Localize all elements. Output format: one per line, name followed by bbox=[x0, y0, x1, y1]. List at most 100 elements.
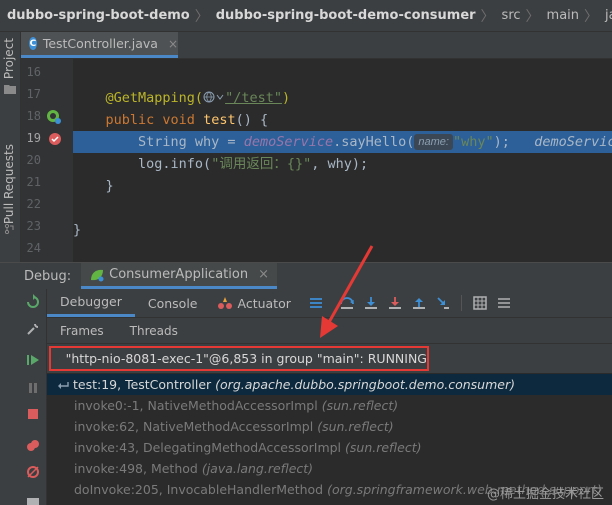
frame-method: doInvoke:205, InvocableHandlerMethod bbox=[74, 482, 324, 497]
watermark: @稀土掘金技术社区 bbox=[486, 487, 604, 502]
stop-icon[interactable] bbox=[26, 407, 40, 421]
thread-status-text: "http-nio-8081-exec-1"@6,853 in group "m… bbox=[65, 351, 427, 366]
frame-package: (sun.reflect) bbox=[321, 398, 399, 413]
tab-frames[interactable]: Frames bbox=[47, 324, 117, 338]
breadcrumb-src[interactable]: src bbox=[495, 8, 526, 23]
frame-package: (sun.reflect) bbox=[317, 419, 394, 434]
breadcrumb-main[interactable]: main bbox=[540, 8, 584, 23]
rerun-icon[interactable] bbox=[26, 294, 40, 310]
code-line-17: @GetMapping( "/test") bbox=[73, 87, 612, 109]
chevron-right-icon: 〉 bbox=[194, 8, 209, 25]
breakpoint-icon[interactable] bbox=[47, 131, 63, 147]
pull-requests-tool-button[interactable]: Pull Requests bbox=[2, 144, 16, 224]
line-number: 20 bbox=[26, 153, 41, 167]
tab-testcontroller[interactable]: C TestController.java × bbox=[21, 32, 178, 58]
frame-package: (org.apache.dubbo.springboot.demo.consum… bbox=[215, 377, 515, 392]
tab-consumer-application[interactable]: ConsumerApplication × bbox=[81, 263, 277, 289]
debug-label: Debug: bbox=[24, 268, 72, 284]
project-tool-button[interactable]: Project bbox=[2, 38, 16, 79]
code-line-23: } bbox=[73, 219, 612, 241]
frame-row-selected[interactable]: test:19, TestController (org.apache.dubb… bbox=[47, 374, 612, 395]
thread-selector[interactable]: "http-nio-8081-exec-1"@6,853 in group "m… bbox=[49, 346, 429, 371]
class-icon: C bbox=[29, 37, 37, 50]
return-arrow-icon bbox=[58, 382, 69, 389]
left-tool-strip: Project Pull Requests bbox=[0, 32, 21, 262]
wrench-icon[interactable] bbox=[26, 322, 40, 336]
mapping-path[interactable]: "/test" bbox=[225, 90, 282, 106]
thread-selector-row: "http-nio-8081-exec-1"@6,853 in group "m… bbox=[47, 344, 612, 373]
line-number: 18 bbox=[26, 109, 41, 123]
keyword-token: public void bbox=[105, 112, 204, 128]
line-number: 24 bbox=[26, 241, 41, 255]
mute-breakpoints-icon[interactable] bbox=[26, 465, 40, 479]
breadcrumb-project[interactable]: dubbo-spring-boot-demo bbox=[0, 8, 195, 23]
resume-icon[interactable] bbox=[26, 353, 40, 367]
pull-request-icon bbox=[4, 224, 14, 234]
close-icon[interactable]: × bbox=[258, 267, 269, 282]
pause-icon[interactable] bbox=[26, 381, 40, 395]
tab-label: TestController.java bbox=[42, 36, 158, 51]
code-text: , why); bbox=[311, 156, 369, 172]
close-icon[interactable]: × bbox=[168, 37, 178, 51]
run-to-cursor-icon[interactable] bbox=[436, 296, 450, 310]
string-literal: "why" bbox=[452, 134, 494, 150]
line-number: 21 bbox=[26, 175, 41, 189]
editor-gutter: 16 17 18 19 20 21 22 23 24 bbox=[21, 59, 73, 262]
actuator-label: Actuator bbox=[237, 295, 291, 311]
code-line-19-current: String why = demoService.sayHello(name: "… bbox=[73, 131, 612, 153]
frame-row[interactable]: invoke:43, DelegatingMethodAccessorImpl … bbox=[47, 437, 612, 458]
layout-icon[interactable] bbox=[497, 296, 511, 310]
toolbar-divider bbox=[460, 295, 462, 311]
code-line-20: log.info("调用返回：{}", why); bbox=[73, 153, 612, 175]
parameter-hint: name: bbox=[414, 134, 453, 150]
frame-method: invoke:62, NativeMethodAccessorImpl bbox=[74, 419, 314, 434]
breadcrumb-java[interactable]: java bbox=[598, 8, 612, 23]
globe-dropdown-icon[interactable] bbox=[203, 91, 225, 103]
step-out-icon[interactable] bbox=[412, 296, 426, 310]
view-breakpoints-icon[interactable] bbox=[26, 439, 40, 453]
code-text: () { bbox=[235, 112, 269, 128]
code-editor[interactable]: @GetMapping( "/test") public void test() … bbox=[73, 59, 612, 262]
code-text: ); bbox=[493, 134, 510, 150]
check-icon bbox=[59, 358, 60, 359]
code-text: log.info( bbox=[138, 156, 212, 172]
code-text: } bbox=[73, 222, 82, 238]
frame-method: test:19, TestController bbox=[73, 377, 212, 392]
tab-debugger[interactable]: Debugger bbox=[47, 289, 135, 317]
method-name: test bbox=[203, 112, 236, 128]
annotation-arrow bbox=[320, 245, 374, 338]
string-literal: "调用返回：{}" bbox=[211, 156, 312, 172]
line-number: 22 bbox=[26, 197, 41, 211]
spring-bean-icon[interactable] bbox=[46, 109, 62, 125]
annotation-token: @GetMapping( bbox=[105, 90, 204, 106]
line-number: 16 bbox=[26, 65, 41, 79]
chevron-right-icon: 〉 bbox=[480, 8, 495, 25]
tab-actuator[interactable]: Actuator bbox=[211, 289, 304, 317]
chevron-right-icon: 〉 bbox=[525, 8, 540, 25]
code-text: } bbox=[105, 178, 114, 194]
code-line-18: public void test() { bbox=[73, 109, 612, 131]
code-text: .sayHello( bbox=[333, 134, 415, 150]
line-number: 23 bbox=[26, 219, 41, 233]
frame-row[interactable]: invoke:498, Method (java.lang.reflect) bbox=[47, 458, 612, 479]
line-number: 17 bbox=[26, 87, 41, 101]
editor-tab-bar: C TestController.java × bbox=[21, 32, 612, 59]
debug-title-bar: Debug: ConsumerApplication × bbox=[0, 262, 612, 289]
breadcrumb-module[interactable]: dubbo-spring-boot-demo-consumer bbox=[209, 8, 481, 23]
frame-package: (sun.reflect) bbox=[345, 440, 422, 455]
camera-icon[interactable] bbox=[26, 495, 40, 505]
frame-method: invoke:498, Method bbox=[74, 461, 198, 476]
debug-side-toolbar bbox=[0, 289, 47, 505]
tab-console[interactable]: Console bbox=[135, 289, 211, 317]
frame-method: invoke0:-1, NativeMethodAccessorImpl bbox=[74, 398, 318, 413]
evaluate-expression-icon[interactable] bbox=[473, 296, 487, 310]
tab-threads[interactable]: Threads bbox=[117, 324, 191, 338]
field-token: demoService bbox=[243, 134, 334, 150]
frame-package: (java.lang.reflect) bbox=[201, 461, 314, 476]
frame-row[interactable]: invoke0:-1, NativeMethodAccessorImpl (su… bbox=[47, 395, 612, 416]
force-step-into-icon[interactable] bbox=[388, 296, 402, 310]
annotation-close: ) bbox=[281, 90, 291, 106]
breadcrumb: dubbo-spring-boot-demo 〉 dubbo-spring-bo… bbox=[0, 0, 612, 32]
frame-row[interactable]: invoke:62, NativeMethodAccessorImpl (sun… bbox=[47, 416, 612, 437]
code-line-21: } bbox=[73, 175, 612, 197]
